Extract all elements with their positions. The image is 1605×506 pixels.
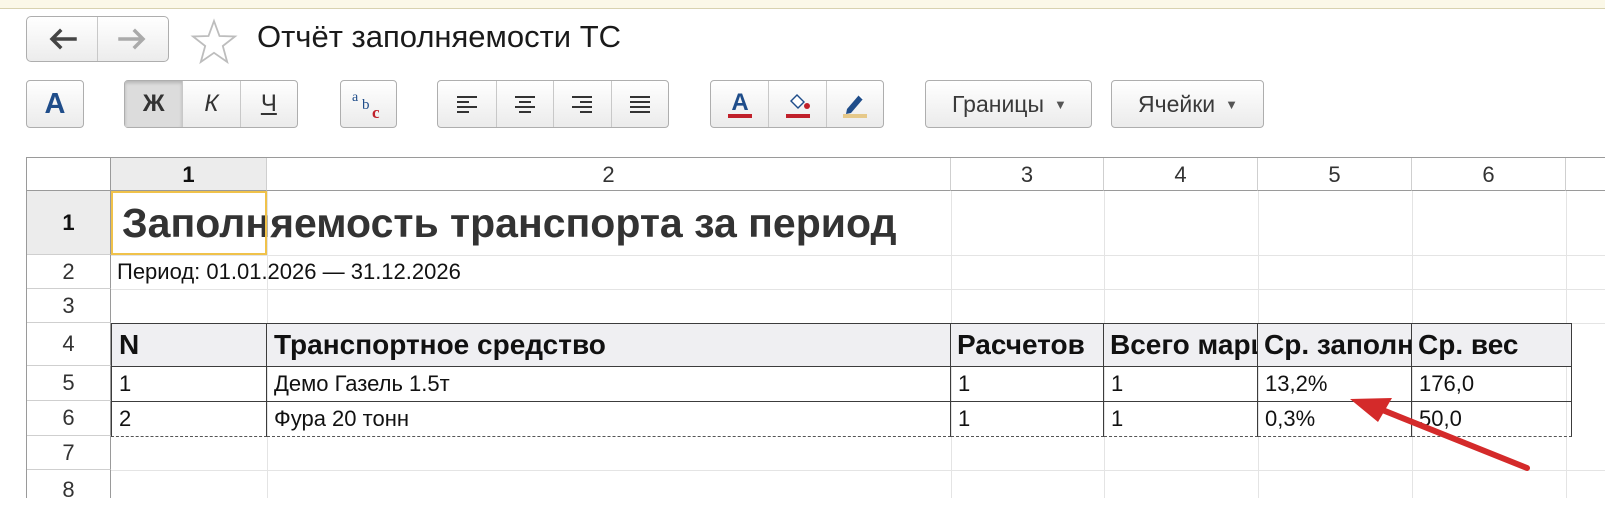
color-group: A bbox=[710, 80, 884, 128]
table-cell[interactable]: 1 bbox=[951, 402, 1104, 437]
column-header-4[interactable]: 4 bbox=[1104, 158, 1258, 191]
table-cell[interactable]: 0,3% bbox=[1258, 402, 1412, 437]
window-title: Отчёт заполняемости ТС bbox=[257, 19, 622, 54]
row-header-3[interactable]: 3 bbox=[27, 289, 111, 323]
svg-text:b: b bbox=[362, 97, 370, 113]
navigation-buttons bbox=[26, 16, 169, 62]
chevron-down-icon: ▼ bbox=[1225, 96, 1239, 112]
text-color-icon: A bbox=[727, 89, 752, 118]
alignment-group bbox=[437, 80, 669, 128]
row-header-8[interactable]: 8 bbox=[27, 470, 111, 498]
table-cell[interactable]: Демо Газель 1.5т bbox=[267, 367, 951, 402]
column-header-2[interactable]: 2 bbox=[267, 158, 951, 191]
align-justify-icon bbox=[629, 96, 650, 113]
align-left-button[interactable] bbox=[438, 81, 496, 127]
fill-bucket-icon bbox=[785, 94, 810, 118]
borders-label: Границы bbox=[952, 90, 1044, 117]
align-left-icon bbox=[456, 96, 477, 113]
arrow-right-icon bbox=[118, 28, 146, 50]
align-justify-button[interactable] bbox=[610, 81, 669, 127]
svg-text:A: A bbox=[731, 89, 748, 116]
row-header-7[interactable]: 7 bbox=[27, 436, 111, 470]
spellcheck-icon: a b c bbox=[341, 81, 396, 127]
row-header-6[interactable]: 6 bbox=[27, 401, 111, 436]
arrow-left-icon bbox=[49, 28, 77, 50]
sheet-corner[interactable] bbox=[27, 158, 111, 191]
spreadsheet[interactable]: 1 2 3 4 5 6 1 2 3 4 5 6 7 8 Заполняемост… bbox=[26, 157, 1605, 498]
svg-text:c: c bbox=[372, 103, 380, 121]
pencil-icon bbox=[842, 94, 867, 118]
row-header-1[interactable]: 1 bbox=[27, 191, 111, 255]
row-header-2[interactable]: 2 bbox=[27, 255, 111, 289]
column-header-6[interactable]: 6 bbox=[1412, 158, 1566, 191]
table-cell[interactable]: 1 bbox=[111, 367, 267, 402]
header-cell-avg-fill[interactable]: Ср. заполняемость bbox=[1258, 323, 1412, 367]
borders-dropdown[interactable]: Границы ▼ bbox=[925, 80, 1092, 128]
italic-button[interactable]: К bbox=[182, 81, 239, 127]
cells-label: Ячейки bbox=[1138, 90, 1216, 117]
report-title[interactable]: Заполняемость транспорта за период bbox=[111, 191, 1111, 255]
fill-color-button[interactable] bbox=[768, 81, 825, 127]
column-header-3[interactable]: 3 bbox=[951, 158, 1104, 191]
align-center-icon bbox=[514, 96, 535, 113]
gridline bbox=[111, 470, 1605, 471]
spellcheck-button[interactable]: a b c bbox=[340, 80, 397, 128]
table-cell[interactable]: Фура 20 тонн bbox=[267, 402, 951, 437]
header-cell-avg-weight[interactable]: Ср. вес bbox=[1412, 323, 1572, 367]
table-cell[interactable]: 1 bbox=[951, 367, 1104, 402]
forward-button[interactable] bbox=[97, 17, 168, 61]
header-cell-total-routes[interactable]: Всего маршрутов bbox=[1104, 323, 1258, 367]
text-style-group: Ж К Ч bbox=[124, 80, 298, 128]
row-header-4[interactable]: 4 bbox=[27, 323, 111, 366]
text-color-button[interactable]: A bbox=[711, 81, 768, 127]
align-right-icon bbox=[572, 96, 593, 113]
chevron-down-icon: ▼ bbox=[1054, 96, 1067, 112]
column-header-5[interactable]: 5 bbox=[1258, 158, 1412, 191]
font-icon: A bbox=[44, 87, 66, 120]
cells-dropdown[interactable]: Ячейки ▼ bbox=[1111, 80, 1264, 128]
align-center-button[interactable] bbox=[495, 81, 554, 127]
underline-button[interactable]: Ч bbox=[239, 81, 297, 127]
header-cell-calculations[interactable]: Расчетов bbox=[951, 323, 1104, 367]
align-right-button[interactable] bbox=[553, 81, 611, 127]
bold-button[interactable]: Ж bbox=[125, 81, 183, 127]
favorite-star-icon[interactable] bbox=[190, 18, 238, 66]
header-cell-vehicle[interactable]: Транспортное средство bbox=[267, 323, 951, 367]
border-color-button[interactable] bbox=[825, 81, 883, 127]
font-button[interactable]: A bbox=[26, 80, 84, 128]
table-cell[interactable]: 1 bbox=[1104, 367, 1258, 402]
svg-text:a: a bbox=[352, 90, 359, 105]
table-cell[interactable]: 13,2% bbox=[1258, 367, 1412, 402]
table-cell[interactable]: 1 bbox=[1104, 402, 1258, 437]
gridline bbox=[111, 289, 1605, 290]
table-cell[interactable]: 2 bbox=[111, 402, 267, 437]
table-cell[interactable]: 176,0 bbox=[1412, 367, 1572, 402]
report-period[interactable]: Период: 01.01.2026 — 31.12.2026 bbox=[111, 255, 951, 289]
table-cell[interactable]: 50,0 bbox=[1412, 402, 1572, 437]
column-header-7[interactable] bbox=[1566, 158, 1605, 191]
header-cell-n[interactable]: N bbox=[111, 323, 267, 367]
row-header-5[interactable]: 5 bbox=[27, 366, 111, 401]
column-header-1[interactable]: 1 bbox=[111, 158, 267, 191]
back-button[interactable] bbox=[27, 17, 97, 61]
